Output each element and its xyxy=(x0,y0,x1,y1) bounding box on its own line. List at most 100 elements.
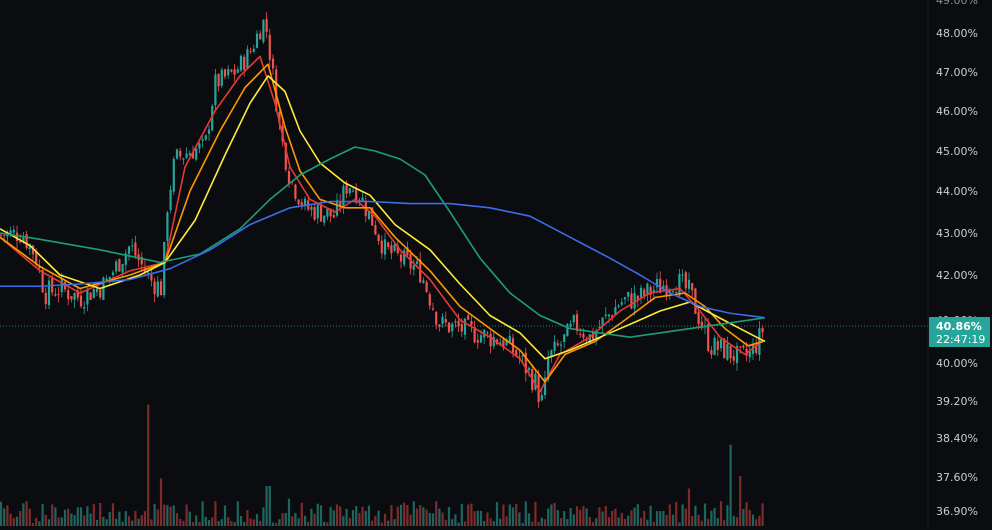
candle-body xyxy=(233,69,236,75)
volume-bar xyxy=(547,508,550,526)
volume-bar xyxy=(646,519,649,526)
volume-bar xyxy=(131,520,134,526)
volume-bar xyxy=(115,518,118,526)
volume-bar xyxy=(678,522,681,526)
volume-bar xyxy=(364,510,367,526)
volume-bar xyxy=(403,502,406,526)
tick-label: 48.00% xyxy=(936,27,978,40)
volume-bar xyxy=(476,510,479,526)
volume-bar xyxy=(467,504,470,526)
candle-body xyxy=(678,273,681,296)
candle-body xyxy=(681,274,684,276)
candle-body xyxy=(467,315,470,320)
volume-bar xyxy=(438,508,441,526)
tick-label: 45.00% xyxy=(936,145,978,158)
candle-body xyxy=(470,321,473,326)
volume-bar xyxy=(588,516,591,526)
candle-body xyxy=(425,282,428,292)
candle-body xyxy=(435,311,438,325)
volume-bar xyxy=(399,504,403,526)
volume-bar xyxy=(499,518,502,526)
tick-label: 46.00% xyxy=(936,105,978,118)
volume-bar xyxy=(287,498,291,526)
volume-bar xyxy=(691,516,694,526)
candle-body xyxy=(259,33,262,40)
volume-bar xyxy=(675,501,678,526)
volume-layer xyxy=(0,404,764,526)
candle-body xyxy=(70,296,73,300)
volume-bar xyxy=(374,515,377,526)
volume-bar xyxy=(76,507,79,526)
candle-body xyxy=(579,333,582,335)
candle-body xyxy=(553,341,556,351)
volume-bar xyxy=(713,507,716,526)
tick-label: 39.20% xyxy=(936,395,978,408)
volume-bar xyxy=(211,517,214,526)
candle-body xyxy=(182,158,185,160)
candle-body xyxy=(412,265,415,270)
volume-bar xyxy=(259,520,262,526)
volume-bar xyxy=(35,517,38,526)
volume-bar xyxy=(585,508,588,526)
volume-bar xyxy=(185,504,188,526)
volume-bar xyxy=(342,516,345,526)
candle-body xyxy=(83,307,86,309)
candle-body xyxy=(479,335,483,343)
candle-body xyxy=(348,188,351,194)
volume-bar xyxy=(537,521,540,526)
volume-bar xyxy=(425,509,428,526)
volume-bar xyxy=(579,509,582,526)
candle-body xyxy=(287,171,291,184)
volume-bar xyxy=(214,501,217,526)
volume-bar xyxy=(156,509,159,526)
candle-body xyxy=(361,197,364,202)
volume-bar xyxy=(444,519,447,526)
candle-body xyxy=(172,158,175,192)
volume-bar xyxy=(393,519,396,526)
volume-bar xyxy=(12,517,15,526)
volume-bar xyxy=(495,502,499,526)
volume-bar xyxy=(601,511,604,526)
price-axis[interactable]: 49.00% 48.00% 47.00% 46.00% 45.00% 44.00% 43.0… xyxy=(927,0,978,526)
chart-canvas[interactable]: 49.00% 48.00% 47.00% 46.00% 45.00% 44.00% 43.0… xyxy=(0,0,992,526)
volume-bar xyxy=(707,518,710,526)
candle-body xyxy=(313,206,316,220)
volume-bar xyxy=(377,510,380,526)
volume-bar xyxy=(415,508,419,526)
candle-body xyxy=(447,322,451,333)
candle-body xyxy=(239,55,243,71)
volume-bar xyxy=(550,504,553,526)
volume-bar xyxy=(268,486,271,526)
volume-bar xyxy=(435,501,438,526)
volume-bar xyxy=(99,502,102,526)
candle-body xyxy=(697,312,700,325)
volume-bar xyxy=(684,508,687,526)
volume-bar xyxy=(57,517,60,526)
volume-bar xyxy=(310,508,313,526)
volume-bar xyxy=(172,505,175,526)
candle-body xyxy=(527,367,531,371)
volume-bar xyxy=(246,510,249,526)
volume-bar xyxy=(70,513,73,526)
volume-bar xyxy=(207,520,211,526)
candle-body xyxy=(630,293,633,309)
last-price-value: 40.86% xyxy=(936,320,982,333)
volume-bar xyxy=(409,514,412,526)
volume-bar xyxy=(147,404,150,526)
volume-bar xyxy=(543,519,547,526)
volume-bar xyxy=(419,505,422,526)
volume-bar xyxy=(591,522,595,526)
price-chart[interactable]: 49.00% 48.00% 47.00% 46.00% 45.00% 44.00% 43.0… xyxy=(0,0,992,526)
candle-body xyxy=(236,69,239,73)
volume-bar xyxy=(73,515,76,526)
candle-body xyxy=(441,316,444,324)
volume-bar xyxy=(124,511,127,526)
candle-body xyxy=(44,292,47,304)
volume-bar xyxy=(559,518,563,526)
volume-bar xyxy=(556,510,559,526)
candle-body xyxy=(25,234,28,249)
tick-label: 40.00% xyxy=(936,357,978,370)
volume-bar xyxy=(54,507,57,526)
volume-bar xyxy=(479,510,483,526)
volume-bar xyxy=(524,501,527,526)
